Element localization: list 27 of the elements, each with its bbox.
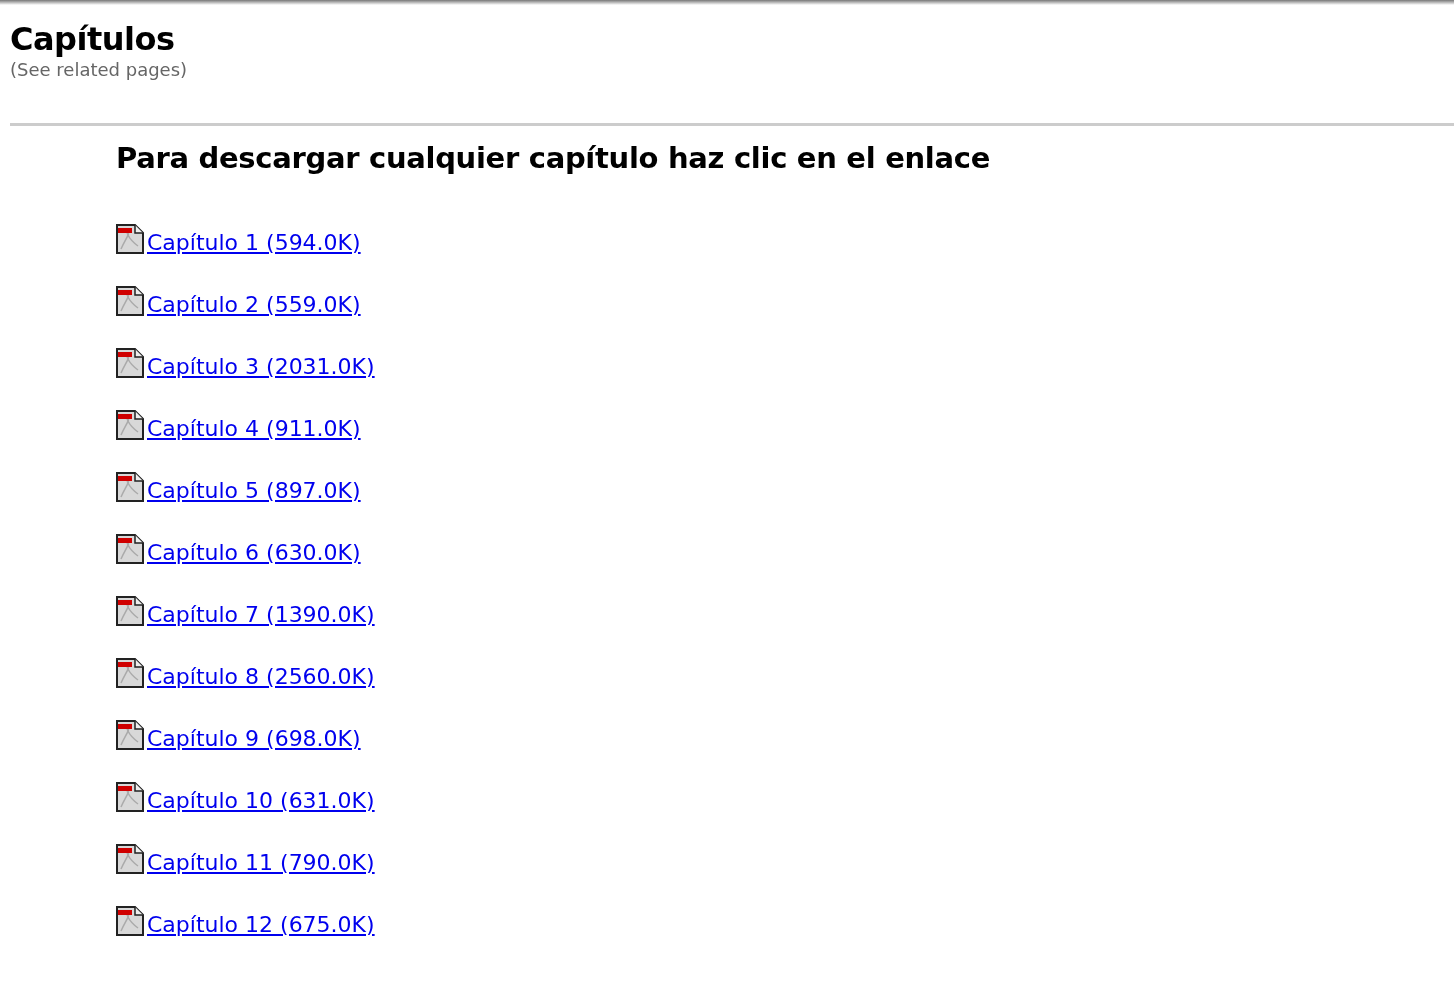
- chapter-download-link[interactable]: Capítulo 3 (2031.0K): [147, 352, 375, 382]
- chapter-download-link[interactable]: Capítulo 11 (790.0K): [147, 848, 375, 878]
- pdf-file-icon: [116, 844, 144, 874]
- chapter-download-link[interactable]: Capítulo 7 (1390.0K): [147, 600, 375, 630]
- pdf-file-icon: [116, 906, 144, 936]
- pdf-file-icon: [116, 286, 144, 316]
- section-heading: Para descargar cualquier capítulo haz clic en el enlace: [116, 140, 992, 177]
- chapter-download-link[interactable]: Capítulo 6 (630.0K): [147, 538, 361, 568]
- chapter-download-link[interactable]: Capítulo 9 (698.0K): [147, 724, 361, 754]
- related-pages-note: (See related pages): [10, 59, 189, 81]
- pdf-file-icon: [116, 410, 144, 440]
- chapter-download-link[interactable]: Capítulo 10 (631.0K): [147, 786, 375, 816]
- chapter-download-link[interactable]: Capítulo 8 (2560.0K): [147, 662, 375, 692]
- pdf-file-icon: [116, 720, 144, 750]
- pdf-file-icon: [116, 534, 144, 564]
- pdf-file-icon: [116, 472, 144, 502]
- pdf-file-icon: [116, 782, 144, 812]
- pdf-file-icon: [116, 658, 144, 688]
- page-title: Capítulos: [10, 19, 176, 59]
- chapter-download-link[interactable]: Capítulo 1 (594.0K): [147, 228, 361, 258]
- chapter-download-link[interactable]: Capítulo 5 (897.0K): [147, 476, 361, 506]
- pdf-file-icon: [116, 224, 144, 254]
- chapter-download-link[interactable]: Capítulo 12 (675.0K): [147, 910, 375, 940]
- chapter-download-link[interactable]: Capítulo 4 (911.0K): [147, 414, 361, 444]
- chapter-download-link[interactable]: Capítulo 2 (559.0K): [147, 290, 361, 320]
- pdf-file-icon: [116, 596, 144, 626]
- pdf-file-icon: [116, 348, 144, 378]
